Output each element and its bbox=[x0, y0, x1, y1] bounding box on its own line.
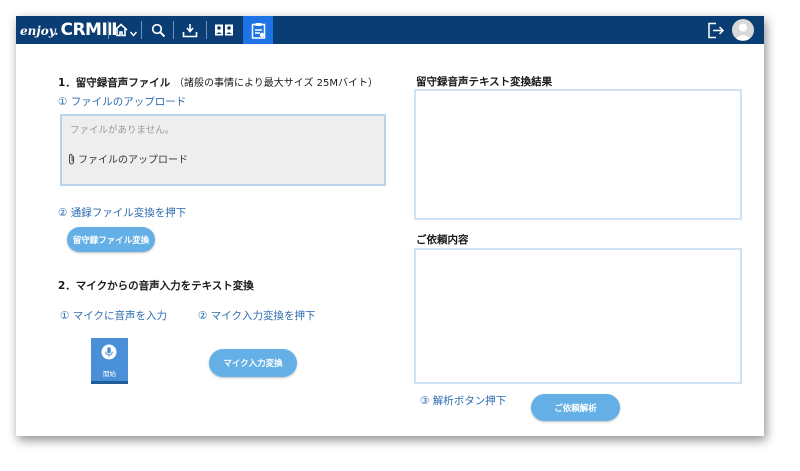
contacts-icon bbox=[215, 24, 233, 36]
top-navigation-bar: enjoy. CRMⅢ bbox=[16, 16, 764, 44]
file-upload-label: ファイルのアップロード bbox=[78, 155, 188, 166]
home-menu[interactable] bbox=[110, 18, 140, 42]
section1-step2: ② 通録ファイル変換を押下 bbox=[58, 207, 187, 219]
search-button[interactable] bbox=[144, 18, 172, 42]
mic-start-label: 開始 bbox=[103, 370, 116, 378]
download-icon bbox=[182, 23, 198, 37]
result-title: 留守録音声テキスト変換結果 bbox=[416, 76, 553, 88]
nav-separator bbox=[141, 21, 142, 39]
mic-convert-button[interactable]: マイク入力変換 bbox=[209, 349, 297, 377]
mic-start-button[interactable]: 開始 bbox=[91, 338, 128, 384]
nav-separator bbox=[173, 21, 174, 39]
paperclip-icon bbox=[69, 153, 74, 164]
voice-analysis-tab[interactable] bbox=[243, 16, 273, 44]
section2-step1: ① マイクに音声を入力 bbox=[60, 310, 168, 322]
section1-heading: 1．留守録音声ファイル （諸般の事情により最大サイズ 25Mバイト） bbox=[58, 74, 378, 90]
section2-step2: ② マイク入力変換を押下 bbox=[198, 310, 316, 322]
file-upload-link[interactable]: ファイルのアップロード bbox=[68, 151, 188, 166]
section1-step1: ① ファイルのアップロード bbox=[58, 96, 187, 108]
transcription-result-textarea[interactable] bbox=[414, 89, 742, 220]
section1-title: 1．留守録音声ファイル bbox=[58, 77, 171, 89]
avatar[interactable] bbox=[732, 19, 754, 41]
request-title: ご依頼内容 bbox=[416, 234, 469, 246]
logout-icon bbox=[708, 22, 725, 38]
chevron-down-icon bbox=[129, 31, 137, 37]
contacts-button[interactable] bbox=[210, 18, 238, 42]
request-analyze-button[interactable]: ご依頼解析 bbox=[531, 394, 620, 421]
section2-title: 2．マイクからの音声入力をテキスト変換 bbox=[58, 280, 254, 292]
user-avatar-icon bbox=[735, 23, 751, 40]
nav-separator bbox=[206, 21, 207, 39]
section1-note: （諸般の事情により最大サイズ 25Mバイト） bbox=[173, 78, 378, 89]
clipboard-icon bbox=[251, 22, 265, 39]
file-upload-dropzone[interactable]: ファイルがありません。 ファイルのアップロード bbox=[60, 114, 386, 186]
request-content-textarea[interactable] bbox=[414, 248, 742, 384]
search-icon bbox=[151, 23, 165, 37]
no-file-text: ファイルがありません。 bbox=[70, 125, 175, 136]
logout-button[interactable] bbox=[702, 18, 730, 42]
right-step3: ③ 解析ボタン押下 bbox=[420, 395, 507, 407]
home-icon bbox=[113, 23, 128, 37]
app-window: enjoy. CRMⅢ 1．留守録音声ファイル （諸般の事情により最大サイズ 2… bbox=[16, 16, 764, 436]
app-logo[interactable]: enjoy. CRMⅢ bbox=[20, 20, 118, 40]
voicemail-convert-button[interactable]: 留守録ファイル変換 bbox=[67, 227, 155, 252]
download-button[interactable] bbox=[176, 18, 204, 42]
logo-prefix: enjoy. bbox=[20, 24, 59, 38]
microphone-icon bbox=[101, 344, 117, 360]
nav-separator bbox=[108, 21, 109, 39]
